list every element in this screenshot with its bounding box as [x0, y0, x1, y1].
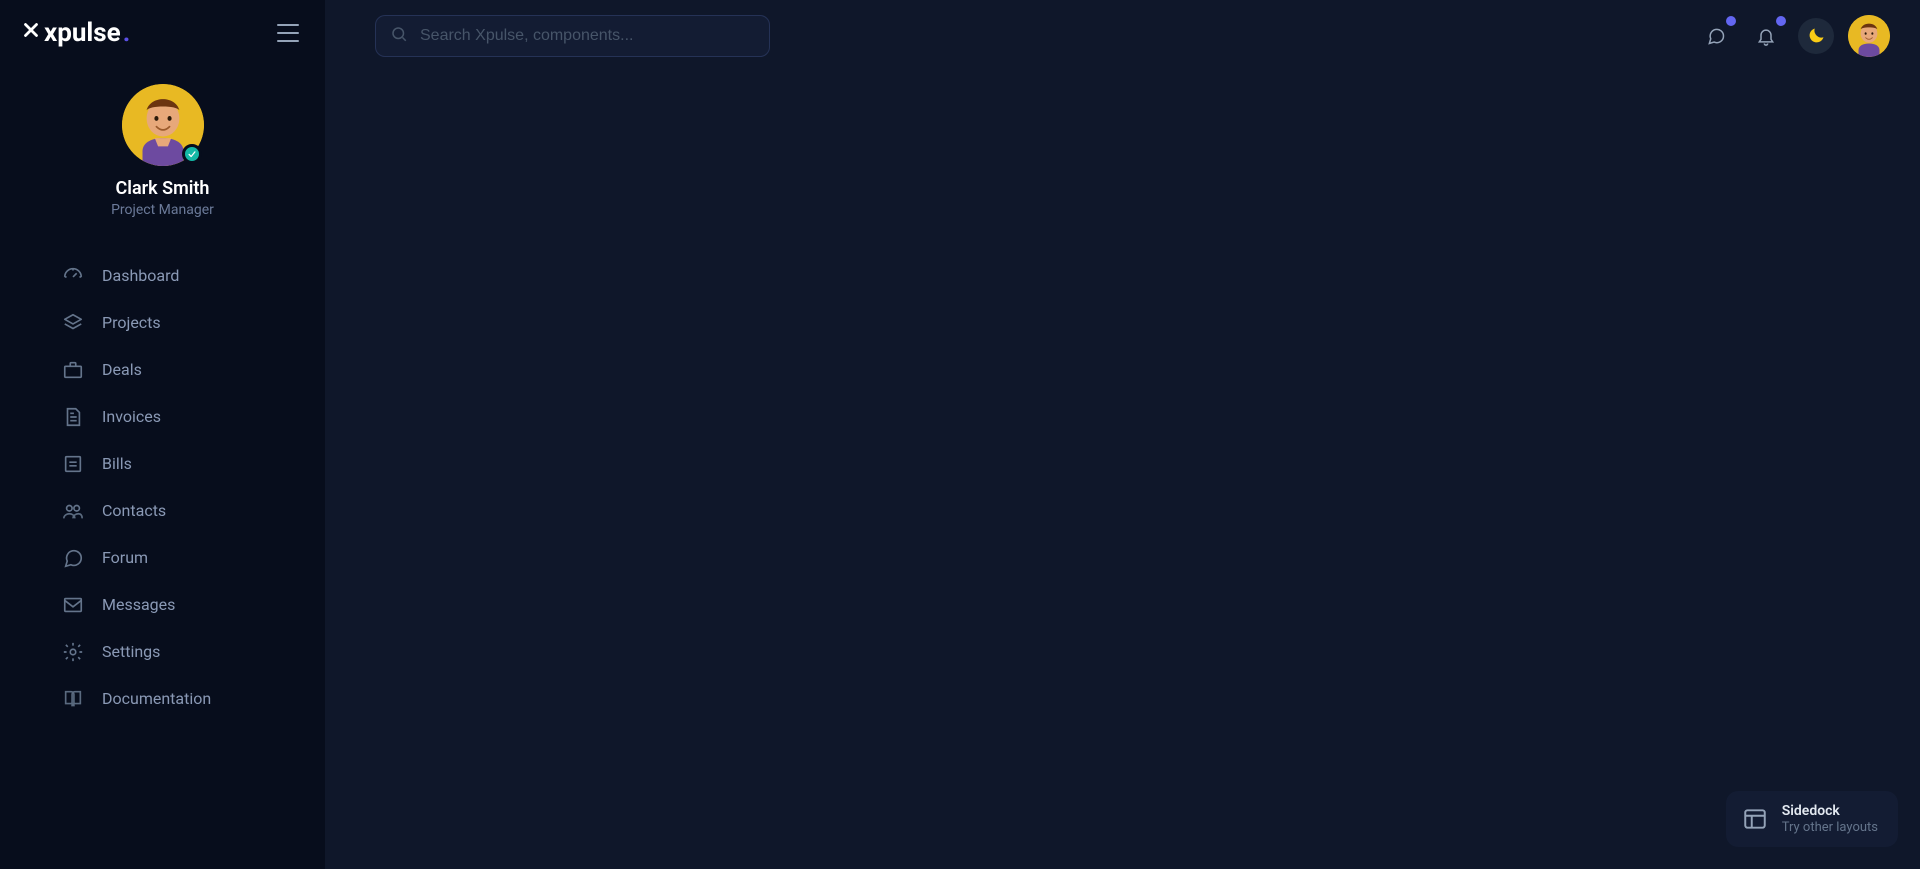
receipt-icon	[62, 453, 84, 475]
sidebar-item-label: Bills	[102, 454, 132, 473]
profile-name: Clark Smith	[116, 178, 210, 199]
mail-icon	[62, 594, 84, 616]
sidebar-item-dashboard[interactable]: Dashboard	[0, 252, 325, 299]
sidebar-item-bills[interactable]: Bills	[0, 440, 325, 487]
moon-icon	[1806, 26, 1826, 46]
sidedock-text: Sidedock Try other layouts	[1782, 803, 1878, 835]
brand-logo[interactable]: xpulse .	[20, 18, 130, 48]
topbar-avatar[interactable]	[1848, 15, 1890, 57]
gear-icon	[62, 641, 84, 663]
main-content	[325, 0, 1920, 869]
sidebar: xpulse .	[0, 0, 325, 869]
sidebar-nav: Dashboard Projects Deals Invoices Bills	[0, 236, 325, 869]
sidebar-item-label: Deals	[102, 360, 142, 379]
file-text-icon	[62, 406, 84, 428]
brand-name: xpulse	[44, 18, 121, 48]
chat-icon	[62, 547, 84, 569]
sidedock-hint[interactable]: Sidedock Try other layouts	[1726, 791, 1898, 847]
sidebar-item-label: Messages	[102, 595, 175, 614]
sidebar-item-label: Contacts	[102, 501, 166, 520]
theme-toggle-button[interactable]	[1798, 18, 1834, 54]
status-online-icon	[182, 144, 202, 164]
users-icon	[62, 500, 84, 522]
sidebar-profile: Clark Smith Project Manager	[0, 58, 325, 236]
sidebar-item-label: Projects	[102, 313, 161, 332]
chat-badge	[1726, 16, 1736, 26]
gauge-icon	[62, 265, 84, 287]
sidedock-title: Sidedock	[1782, 803, 1878, 819]
sidebar-item-label: Documentation	[102, 689, 211, 708]
book-icon	[62, 688, 84, 710]
search-box[interactable]	[375, 15, 770, 57]
bell-icon	[1756, 26, 1776, 46]
sidebar-item-label: Invoices	[102, 407, 161, 426]
profile-role: Project Manager	[111, 202, 214, 218]
sidebar-item-documentation[interactable]: Documentation	[0, 675, 325, 722]
sidebar-item-invoices[interactable]: Invoices	[0, 393, 325, 440]
bell-badge	[1776, 16, 1786, 26]
sidebar-header: xpulse .	[0, 0, 325, 58]
layout-icon	[1742, 806, 1768, 832]
layers-icon	[62, 312, 84, 334]
search-icon	[390, 25, 408, 47]
topbar	[325, 0, 1920, 62]
sidebar-item-label: Dashboard	[102, 266, 179, 285]
sidebar-item-label: Settings	[102, 642, 160, 661]
brand-dot: .	[123, 18, 131, 48]
chat-bubble-icon	[1706, 26, 1726, 46]
sidebar-item-deals[interactable]: Deals	[0, 346, 325, 393]
sidebar-item-projects[interactable]: Projects	[0, 299, 325, 346]
sidebar-item-messages[interactable]: Messages	[0, 581, 325, 628]
search-input[interactable]	[420, 27, 755, 45]
menu-toggle-icon[interactable]	[277, 24, 299, 42]
sidebar-item-label: Forum	[102, 548, 148, 567]
sidedock-subtitle: Try other layouts	[1782, 820, 1878, 835]
sidebar-item-settings[interactable]: Settings	[0, 628, 325, 675]
topbar-actions	[1698, 15, 1890, 57]
avatar-wrap	[122, 84, 204, 166]
briefcase-icon	[62, 359, 84, 381]
brand-x-icon	[20, 18, 42, 48]
notifications-button[interactable]	[1748, 18, 1784, 54]
chat-button[interactable]	[1698, 18, 1734, 54]
sidebar-item-contacts[interactable]: Contacts	[0, 487, 325, 534]
sidebar-item-forum[interactable]: Forum	[0, 534, 325, 581]
